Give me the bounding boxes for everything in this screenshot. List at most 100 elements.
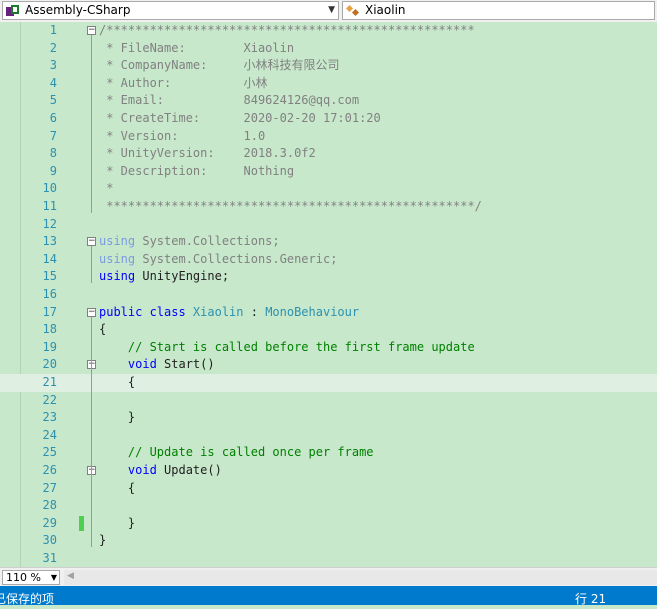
- code-token: :: [243, 304, 266, 319]
- code-line[interactable]: 17 public class Xiaolin : MonoBehaviour: [0, 304, 657, 322]
- line-number: 23: [42, 410, 57, 425]
- code-text: }: [99, 515, 135, 533]
- code-line[interactable]: 1 /**************************************…: [0, 22, 657, 40]
- line-number: 7: [49, 128, 57, 143]
- line-number: 10: [42, 181, 57, 196]
- chevron-down-icon: ▼: [50, 573, 57, 582]
- code-line[interactable]: 11 *************************************…: [0, 198, 657, 216]
- code-line[interactable]: 27 {: [0, 480, 657, 498]
- code-text: * Email: 849624126@qq.com: [99, 92, 359, 110]
- code-text: /***************************************…: [99, 22, 475, 40]
- code-token: {: [99, 322, 107, 337]
- code-line[interactable]: 12: [0, 216, 657, 234]
- zoom-value: 110 %: [6, 571, 41, 584]
- code-text: * Author: 小林: [99, 75, 268, 93]
- code-token: * Email: 849624126@qq.com: [99, 93, 360, 108]
- line-number: 19: [42, 339, 57, 354]
- class-dropdown[interactable]: Xiaolin: [342, 1, 655, 20]
- code-line[interactable]: 20 void Start(): [0, 356, 657, 374]
- code-line[interactable]: 26 void Update(): [0, 462, 657, 480]
- code-line[interactable]: 16: [0, 286, 657, 304]
- code-line[interactable]: 23 }: [0, 409, 657, 427]
- fold-guide-line: [91, 316, 92, 548]
- code-token: ****************************************…: [99, 199, 482, 213]
- line-number: 18: [42, 322, 57, 337]
- horizontal-scrollbar[interactable]: ◀: [64, 570, 657, 585]
- code-text: ****************************************…: [99, 198, 482, 216]
- class-dropdown-label: Xiaolin: [365, 3, 406, 17]
- code-line[interactable]: 18 {: [0, 321, 657, 339]
- code-text: * FileName: Xiaolin: [99, 40, 294, 58]
- code-line[interactable]: 21 {: [0, 374, 657, 392]
- line-number: 21: [42, 375, 57, 389]
- line-number: 22: [42, 392, 57, 407]
- collapse-region-icon[interactable]: −: [87, 307, 96, 317]
- collapse-region-icon[interactable]: −: [87, 26, 96, 35]
- project-dropdown[interactable]: Assembly-CSharp ▼: [2, 1, 339, 20]
- code-token: // Update is called once per frame: [99, 445, 374, 460]
- code-line[interactable]: 9 * Description: Nothing: [0, 163, 657, 181]
- line-number: 11: [42, 199, 57, 213]
- line-number: 4: [49, 75, 57, 90]
- status-message: 已保存的项: [0, 592, 55, 606]
- code-text: using System.Collections;: [99, 233, 280, 251]
- code-text: {: [99, 321, 106, 339]
- code-token: {: [99, 480, 136, 495]
- code-token: // Start is called before the first fram…: [99, 339, 475, 354]
- line-number: 30: [42, 533, 57, 548]
- code-token: System.Collections.Generic;: [135, 251, 338, 266]
- code-text: void Update(): [99, 462, 222, 480]
- code-line[interactable]: 24: [0, 427, 657, 445]
- code-line[interactable]: 13 using System.Collections;: [0, 233, 657, 251]
- line-number: 14: [42, 251, 57, 266]
- code-editor[interactable]: 1 /**************************************…: [0, 22, 657, 567]
- code-line[interactable]: 28: [0, 497, 657, 515]
- code-line[interactable]: 5 * Email: 849624126@qq.com: [0, 92, 657, 110]
- code-text: // Start is called before the first fram…: [99, 339, 475, 357]
- code-line[interactable]: 6 * CreateTime: 2020-02-20 17:01:20: [0, 110, 657, 128]
- code-token: Update(): [164, 463, 222, 477]
- line-number: 28: [42, 498, 57, 513]
- code-token: public class: [99, 304, 193, 319]
- code-token: System.Collections;: [135, 234, 280, 249]
- code-line[interactable]: 10 *: [0, 180, 657, 198]
- code-line[interactable]: 2 * FileName: Xiaolin: [0, 40, 657, 58]
- line-number: 1: [49, 23, 57, 37]
- code-line[interactable]: 25 // Update is called once per frame: [0, 444, 657, 462]
- code-text: * CreateTime: 2020-02-20 17:01:20: [99, 110, 381, 128]
- line-number: 15: [42, 269, 57, 284]
- line-number: 24: [42, 427, 57, 442]
- code-token: *: [99, 181, 114, 196]
- code-token: }: [99, 533, 107, 548]
- status-line-indicator: 行 21: [575, 592, 607, 606]
- code-line[interactable]: 4 * Author: 小林: [0, 75, 657, 93]
- code-text: using System.Collections.Generic;: [99, 251, 337, 269]
- code-line[interactable]: 19 // Start is called before the first f…: [0, 339, 657, 357]
- code-text: {: [99, 480, 135, 498]
- chevron-down-icon[interactable]: ▼: [328, 2, 335, 19]
- code-line[interactable]: 3 * CompanyName: 小林科技有限公司: [0, 57, 657, 75]
- code-line[interactable]: 7 * Version: 1.0: [0, 128, 657, 146]
- code-line[interactable]: 31: [0, 550, 657, 568]
- scroll-left-icon[interactable]: ◀: [67, 571, 74, 581]
- collapse-region-icon[interactable]: −: [87, 237, 96, 247]
- change-indicator: [79, 515, 84, 531]
- code-line[interactable]: 30}: [0, 532, 657, 550]
- code-token: void: [99, 357, 165, 372]
- code-token: * Author: 小林: [99, 75, 268, 90]
- line-number: 16: [42, 287, 57, 301]
- code-line[interactable]: 8 * UnityVersion: 2018.3.0f2: [0, 145, 657, 163]
- line-number: 26: [42, 463, 57, 477]
- code-line[interactable]: 29 }: [0, 515, 657, 533]
- code-token: Xiaolin: [192, 304, 244, 319]
- line-number: 9: [49, 163, 57, 178]
- code-line[interactable]: 15 using UnityEngine;: [0, 268, 657, 286]
- code-token: }: [99, 515, 136, 530]
- class-icon: [346, 4, 360, 17]
- code-text: * UnityVersion: 2018.3.0f2: [99, 145, 316, 163]
- code-line[interactable]: 22: [0, 392, 657, 410]
- zoom-dropdown[interactable]: 110 % ▼: [2, 570, 60, 585]
- code-line[interactable]: 14 using System.Collections.Generic;: [0, 251, 657, 269]
- code-text: * Version: 1.0: [99, 128, 265, 146]
- line-number: 27: [42, 480, 57, 495]
